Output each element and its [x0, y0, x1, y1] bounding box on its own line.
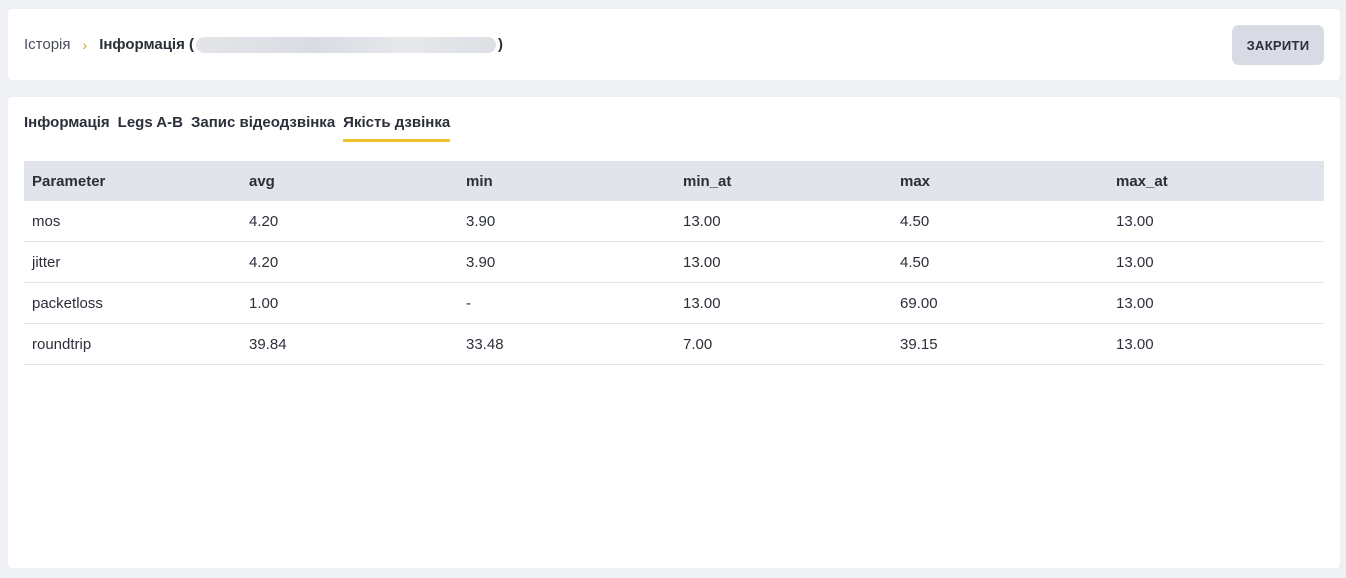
table-cell: 39.15	[892, 323, 1108, 365]
tab-bar: Інформація Legs A-B Запис відеодзвінка Я…	[24, 114, 458, 142]
table-cell: 4.20	[241, 241, 458, 283]
column-header-min: min	[458, 161, 675, 201]
table-cell: 13.00	[1108, 201, 1324, 242]
breadcrumb-current-suffix: )	[498, 36, 504, 53]
table-header-row: Parameter avg min min_at max max_at	[24, 161, 1324, 201]
column-header-max: max	[892, 161, 1108, 201]
table-cell: 13.00	[1108, 282, 1324, 324]
table-cell: 13.00	[1108, 241, 1324, 283]
close-button[interactable]: ЗАКРИТИ	[1232, 25, 1324, 65]
breadcrumb-current-prefix: Інформація (	[99, 36, 195, 53]
tab-call-quality[interactable]: Якість дзвінка	[343, 114, 451, 142]
tab-video-call-recording[interactable]: Запис відеодзвінка	[191, 114, 335, 142]
table-row: mos 4.20 3.90 13.00 4.50 13.00	[24, 201, 1324, 242]
table-cell: 4.50	[892, 241, 1108, 283]
header-card: Історія › Інформація ( ) ЗАКРИТИ	[8, 9, 1340, 80]
breadcrumb: Історія › Інформація ( )	[24, 9, 503, 80]
call-quality-table: Parameter avg min min_at max max_at mos …	[24, 161, 1324, 365]
column-header-avg: avg	[241, 161, 458, 201]
table-row: jitter 4.20 3.90 13.00 4.50 13.00	[24, 241, 1324, 283]
column-header-max-at: max_at	[1108, 161, 1324, 201]
table-cell: 4.50	[892, 201, 1108, 242]
table-cell: packetloss	[24, 282, 241, 324]
table-cell: 13.00	[675, 282, 892, 324]
breadcrumb-history-link[interactable]: Історія	[24, 36, 71, 53]
table-cell: 69.00	[892, 282, 1108, 324]
table-cell: 3.90	[458, 241, 675, 283]
table-cell: jitter	[24, 241, 241, 283]
tab-legs-a-b[interactable]: Legs A-B	[118, 114, 183, 142]
tab-information[interactable]: Інформація	[24, 114, 110, 142]
table-cell: 1.00	[241, 282, 458, 324]
chevron-right-icon: ›	[82, 36, 88, 53]
table-cell: roundtrip	[24, 323, 241, 365]
table-cell: 13.00	[675, 241, 892, 283]
table-cell: 39.84	[241, 323, 458, 365]
table-row: packetloss 1.00 - 13.00 69.00 13.00	[24, 282, 1324, 324]
table-row: roundtrip 39.84 33.48 7.00 39.15 13.00	[24, 323, 1324, 365]
breadcrumb-current: Інформація ( )	[99, 36, 503, 53]
table-cell: 7.00	[675, 323, 892, 365]
table-cell: 13.00	[1108, 323, 1324, 365]
column-header-parameter: Parameter	[24, 161, 241, 201]
redacted-call-id	[196, 36, 497, 53]
table-cell: 3.90	[458, 201, 675, 242]
table-cell: 13.00	[675, 201, 892, 242]
table-cell: mos	[24, 201, 241, 242]
table-cell: 33.48	[458, 323, 675, 365]
table-cell: -	[458, 282, 675, 324]
main-card: Інформація Legs A-B Запис відеодзвінка Я…	[8, 97, 1340, 568]
table-cell: 4.20	[241, 201, 458, 242]
column-header-min-at: min_at	[675, 161, 892, 201]
